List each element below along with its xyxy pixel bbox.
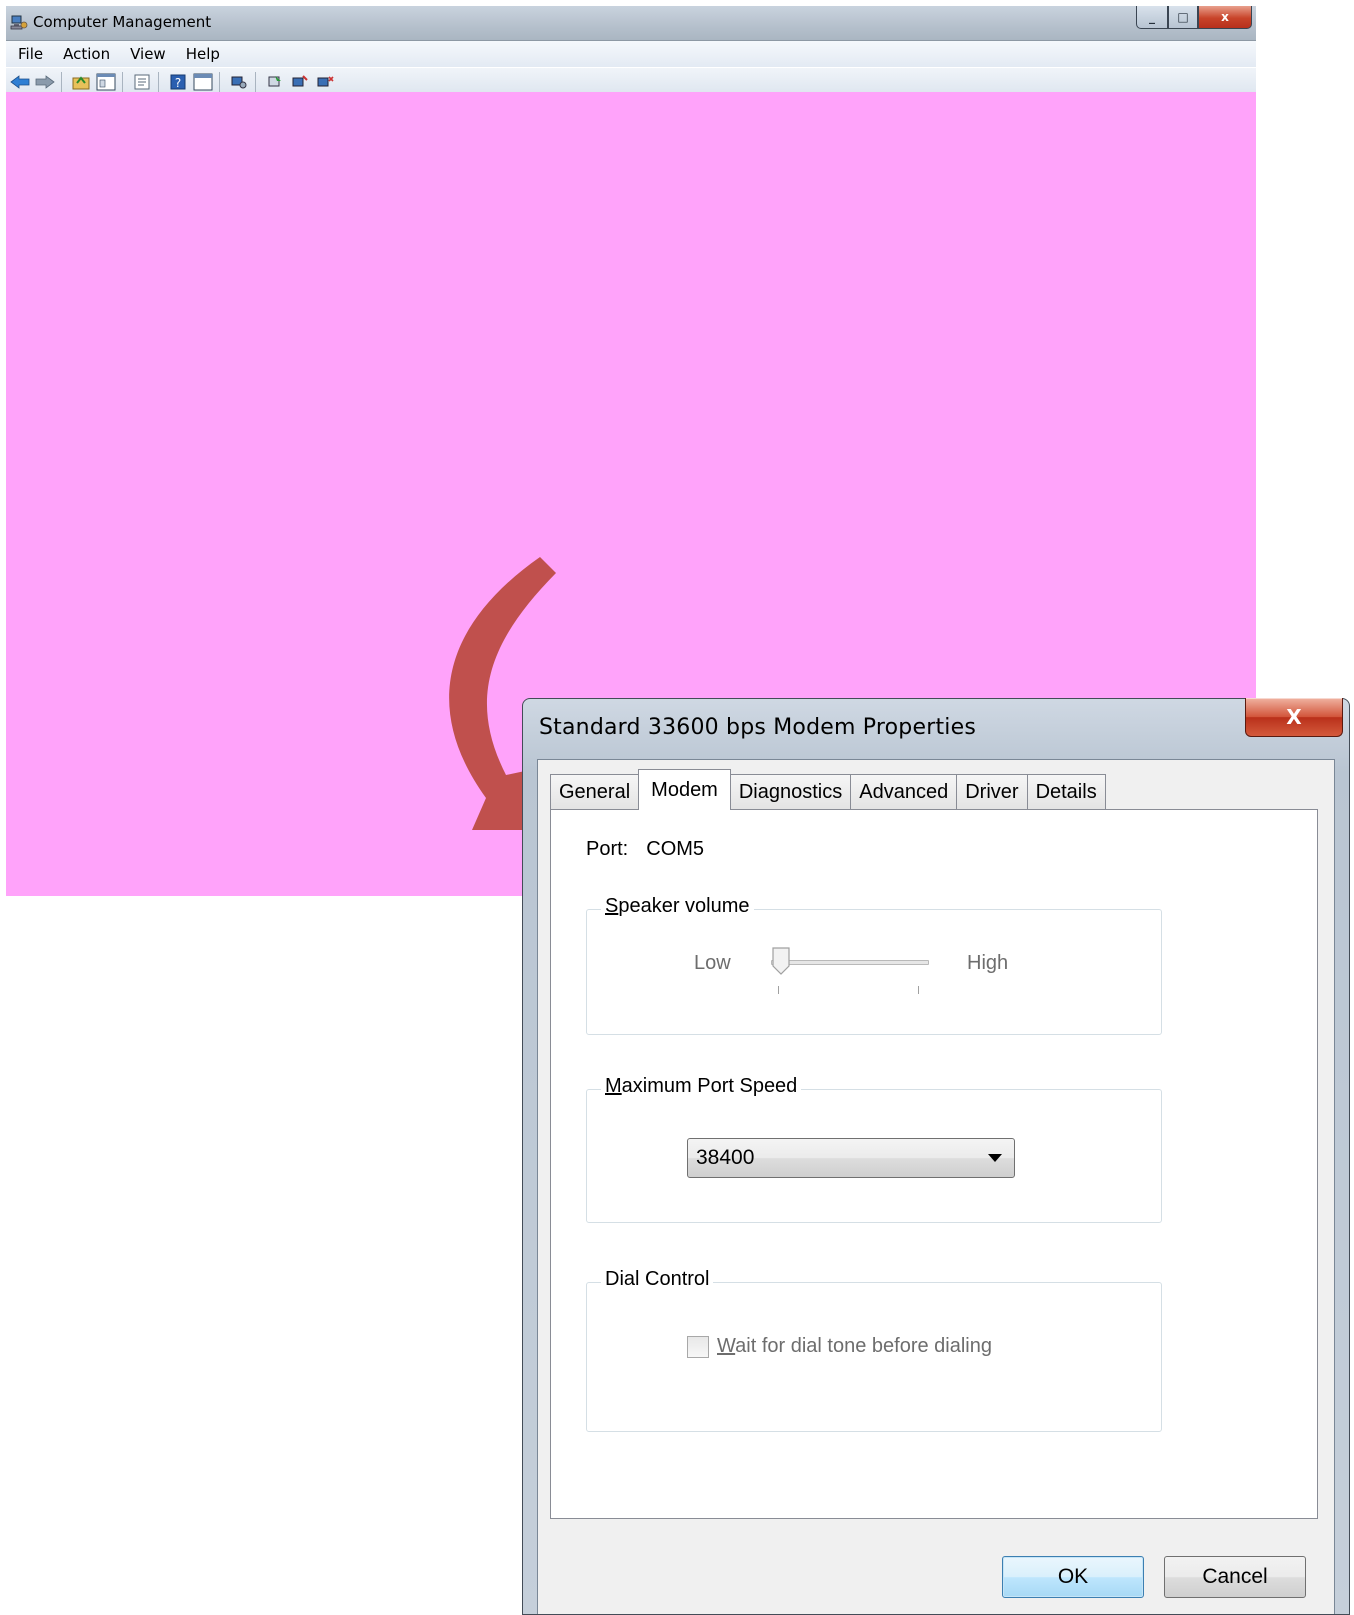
cm-title-bar[interactable]: Computer Management _ □ x — [6, 6, 1256, 41]
volume-slider-track[interactable] — [771, 960, 929, 965]
tab-diagnostics[interactable]: Diagnostics — [729, 774, 852, 810]
tab-modem[interactable]: Modem — [638, 769, 731, 810]
disable-device-icon[interactable] — [289, 71, 311, 93]
show-hide-tree-icon[interactable] — [95, 71, 117, 93]
max-port-speed-legend: Maximum Port Speed — [601, 1075, 802, 1098]
toolbar-separator — [219, 72, 220, 92]
toolbar-separator — [158, 72, 159, 92]
toolbar-separator — [255, 72, 256, 92]
modem-properties-dialog: Standard 33600 bps Modem Properties X Ge… — [522, 698, 1350, 1615]
menu-help[interactable]: Help — [176, 45, 230, 63]
dial-control-group: Dial Control Wait for dial tone before d… — [586, 1268, 1162, 1432]
volume-tick — [778, 986, 779, 994]
dial-control-legend: Dial Control — [601, 1268, 714, 1291]
dialog-title: Standard 33600 bps Modem Properties — [539, 715, 976, 740]
cm-window-controls: _ □ x — [1136, 6, 1252, 29]
max-port-speed-group: Maximum Port Speed 38400 — [586, 1075, 1162, 1223]
tab-advanced[interactable]: Advanced — [850, 774, 958, 810]
dialog-close-button[interactable]: X — [1245, 698, 1343, 737]
console-window-icon[interactable] — [192, 71, 214, 93]
cm-menu-bar: File Action View Help — [6, 41, 1256, 67]
svg-text:?: ? — [175, 76, 181, 90]
close-icon: X — [1286, 705, 1302, 729]
uninstall-device-icon[interactable] — [314, 71, 336, 93]
cancel-button[interactable]: Cancel — [1164, 1556, 1306, 1598]
port-row: Port: COM5 — [586, 838, 704, 861]
tab-details[interactable]: Details — [1026, 774, 1106, 810]
menu-view[interactable]: View — [120, 45, 176, 63]
cm-minimize-button[interactable]: _ — [1136, 6, 1168, 29]
update-driver-icon[interactable] — [264, 71, 286, 93]
dialog-client-area: General Modem Diagnostics Advanced Drive… — [537, 759, 1335, 1614]
volume-low-label: Low — [694, 952, 731, 974]
volume-high-label: High — [967, 952, 1009, 974]
wait-dial-tone-row[interactable]: Wait for dial tone before dialing — [687, 1335, 992, 1358]
speaker-volume-legend: Speaker volume — [601, 895, 754, 918]
toolbar-separator — [122, 72, 123, 92]
computer-management-icon — [10, 14, 28, 32]
modem-tab-panel: Port: COM5 Speaker volume Low High Maximu… — [550, 809, 1318, 1519]
device-scan-icon[interactable] — [228, 71, 250, 93]
maximize-icon: □ — [1177, 10, 1189, 24]
up-folder-icon[interactable] — [70, 71, 92, 93]
close-icon: x — [1221, 10, 1229, 24]
menu-file[interactable]: File — [6, 45, 53, 63]
toolbar-separator — [61, 72, 62, 92]
back-arrow-icon[interactable] — [9, 71, 31, 93]
cm-window-title: Computer Management — [33, 13, 212, 31]
port-label: Port: — [586, 838, 629, 860]
forward-arrow-icon[interactable] — [34, 71, 56, 93]
cm-close-button[interactable]: x — [1198, 6, 1252, 29]
tab-strip: General Modem Diagnostics Advanced Drive… — [550, 769, 1106, 810]
chevron-down-icon — [988, 1154, 1002, 1162]
speaker-volume-group: Speaker volume Low High — [586, 895, 1162, 1035]
menu-action[interactable]: Action — [53, 45, 120, 63]
wait-dial-tone-checkbox[interactable] — [687, 1335, 709, 1358]
minimize-icon: _ — [1149, 10, 1155, 24]
port-speed-value: 38400 — [696, 1146, 755, 1169]
port-speed-dropdown[interactable]: 38400 — [687, 1138, 1015, 1178]
help-icon[interactable]: ? — [167, 71, 189, 93]
tab-general[interactable]: General — [550, 774, 640, 810]
volume-slider-thumb[interactable] — [771, 946, 791, 976]
properties-icon[interactable] — [131, 71, 153, 93]
tab-driver[interactable]: Driver — [956, 774, 1028, 810]
wait-dial-tone-label: Wait for dial tone before dialing — [717, 1335, 992, 1357]
cm-maximize-button[interactable]: □ — [1168, 6, 1198, 29]
volume-tick — [918, 986, 919, 994]
ok-button[interactable]: OK — [1002, 1556, 1144, 1598]
port-value: COM5 — [646, 838, 705, 860]
